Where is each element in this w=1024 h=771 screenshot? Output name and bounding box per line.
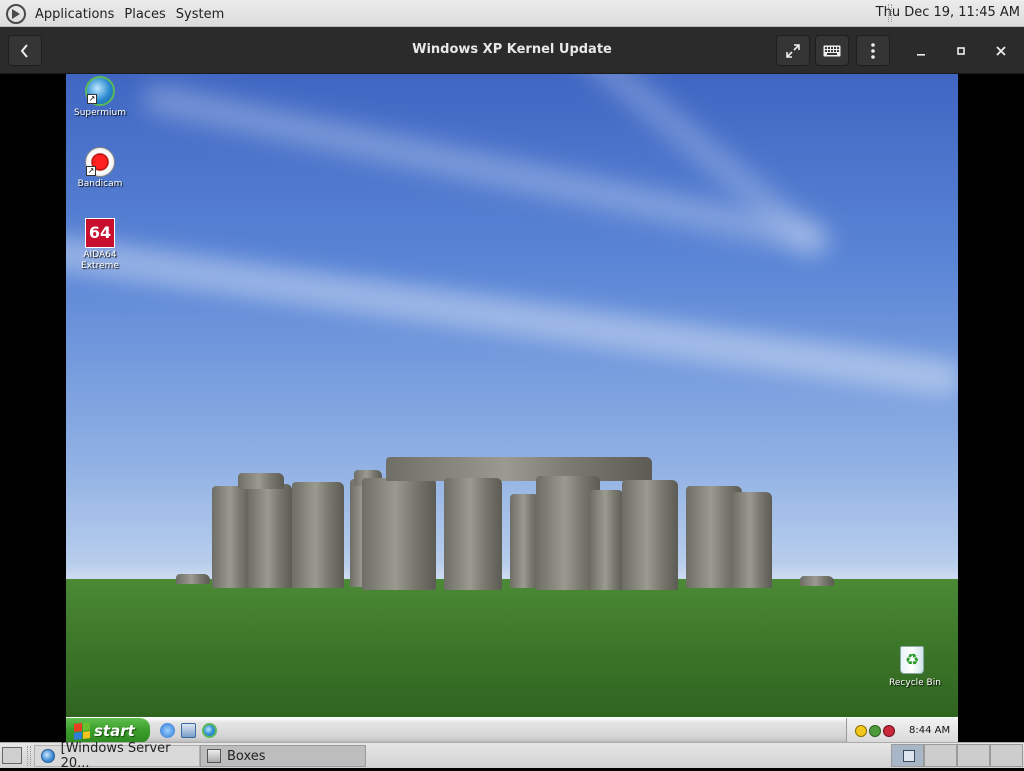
internet-explorer-icon[interactable] <box>160 723 175 738</box>
wallpaper-cloud <box>522 74 830 260</box>
taskbar-item-windows-server[interactable]: [Windows Server 20... <box>34 741 200 771</box>
close-button[interactable] <box>991 41 1011 61</box>
workspace-4[interactable] <box>990 744 1023 767</box>
taskbar-item-label: Boxes <box>227 748 266 764</box>
browser-icon <box>41 749 55 763</box>
boxes-headerbar: Windows XP Kernel Update <box>0 27 1024 74</box>
supermium-icon: ↗ <box>85 76 115 106</box>
xp-taskbar: start 8:44 AM <box>66 717 958 742</box>
shield-icon[interactable] <box>883 724 895 737</box>
gnome-foot-icon[interactable] <box>6 4 26 24</box>
minimize-icon <box>917 54 925 56</box>
aida64-icon: 64 <box>85 218 115 248</box>
workspace-1[interactable] <box>891 744 924 767</box>
show-desktop-button[interactable] <box>2 747 22 764</box>
recycle-bin-icon: ♻ <box>900 646 924 674</box>
workspace-3[interactable] <box>957 744 990 767</box>
wallpaper-grass <box>66 579 958 717</box>
workspace-switcher <box>891 744 1023 767</box>
panel-separator <box>27 746 31 766</box>
applications-menu[interactable]: Applications <box>32 6 117 23</box>
panel-clock[interactable]: Thu Dec 19, 11:45 AM <box>876 5 1020 20</box>
windows-flag-icon <box>74 721 90 740</box>
boxes-icon <box>207 749 221 763</box>
taskbar-item-label: [Windows Server 20... <box>60 741 171 771</box>
system-tray: 8:44 AM <box>846 718 958 742</box>
shortcut-arrow-icon: ↗ <box>86 166 96 176</box>
vm-display[interactable]: ↗ Supermium ↗ Bandicam 64 AIDA64 Extreme… <box>66 74 958 742</box>
recycle-bin-icon-wrap: ♻ <box>900 646 930 676</box>
keyboard-icon <box>823 45 841 56</box>
desktop-icon-label: Bandicam <box>77 179 123 189</box>
places-menu[interactable]: Places <box>121 6 168 23</box>
bandicam-icon: ↗ <box>85 147 115 177</box>
show-desktop-icon[interactable] <box>181 723 196 738</box>
fullscreen-button[interactable] <box>776 35 810 66</box>
desktop-wallpaper[interactable]: ↗ Supermium ↗ Bandicam 64 AIDA64 Extreme… <box>66 74 958 717</box>
wallpaper-cloud <box>66 225 958 399</box>
fullscreen-icon <box>786 43 800 58</box>
quick-launch <box>160 723 217 738</box>
top-panel: Applications Places System Thu Dec 19, 1… <box>0 0 1024 27</box>
desktop-icon-recycle-bin[interactable]: ♻ Recycle Bin <box>880 646 950 689</box>
xp-clock[interactable]: 8:44 AM <box>909 725 950 736</box>
supermium-icon[interactable] <box>202 723 217 738</box>
maximize-button[interactable] <box>951 41 971 61</box>
workspace-2[interactable] <box>924 744 957 767</box>
desktop-icon-label: Recycle Bin <box>889 678 941 688</box>
start-button[interactable]: start <box>66 718 150 742</box>
desktop-icon-label: AIDA64 Extreme <box>81 250 119 271</box>
desktop-icon-supermium[interactable]: ↗ Supermium <box>66 76 135 119</box>
desktop-icon-aida64[interactable]: 64 AIDA64 Extreme <box>66 218 135 272</box>
maximize-icon <box>957 47 965 55</box>
network-icon[interactable] <box>869 724 881 737</box>
start-label: start <box>94 721 135 740</box>
vertical-dots-icon <box>871 42 875 59</box>
minimize-button[interactable] <box>911 41 931 61</box>
shortcut-arrow-icon: ↗ <box>87 94 97 104</box>
menu-button[interactable] <box>856 35 890 66</box>
system-menu[interactable]: System <box>173 6 227 23</box>
desktop-icon-label: Supermium <box>74 108 126 118</box>
bottom-panel: [Windows Server 20... Boxes <box>0 741 1024 771</box>
taskbar-item-boxes[interactable]: Boxes <box>200 745 366 767</box>
desktop-icon-bandicam[interactable]: ↗ Bandicam <box>66 147 135 190</box>
top-panel-menus: Applications Places System <box>0 4 227 24</box>
close-icon <box>996 46 1006 56</box>
security-alert-icon[interactable] <box>855 724 867 737</box>
keyboard-button[interactable] <box>815 35 849 66</box>
